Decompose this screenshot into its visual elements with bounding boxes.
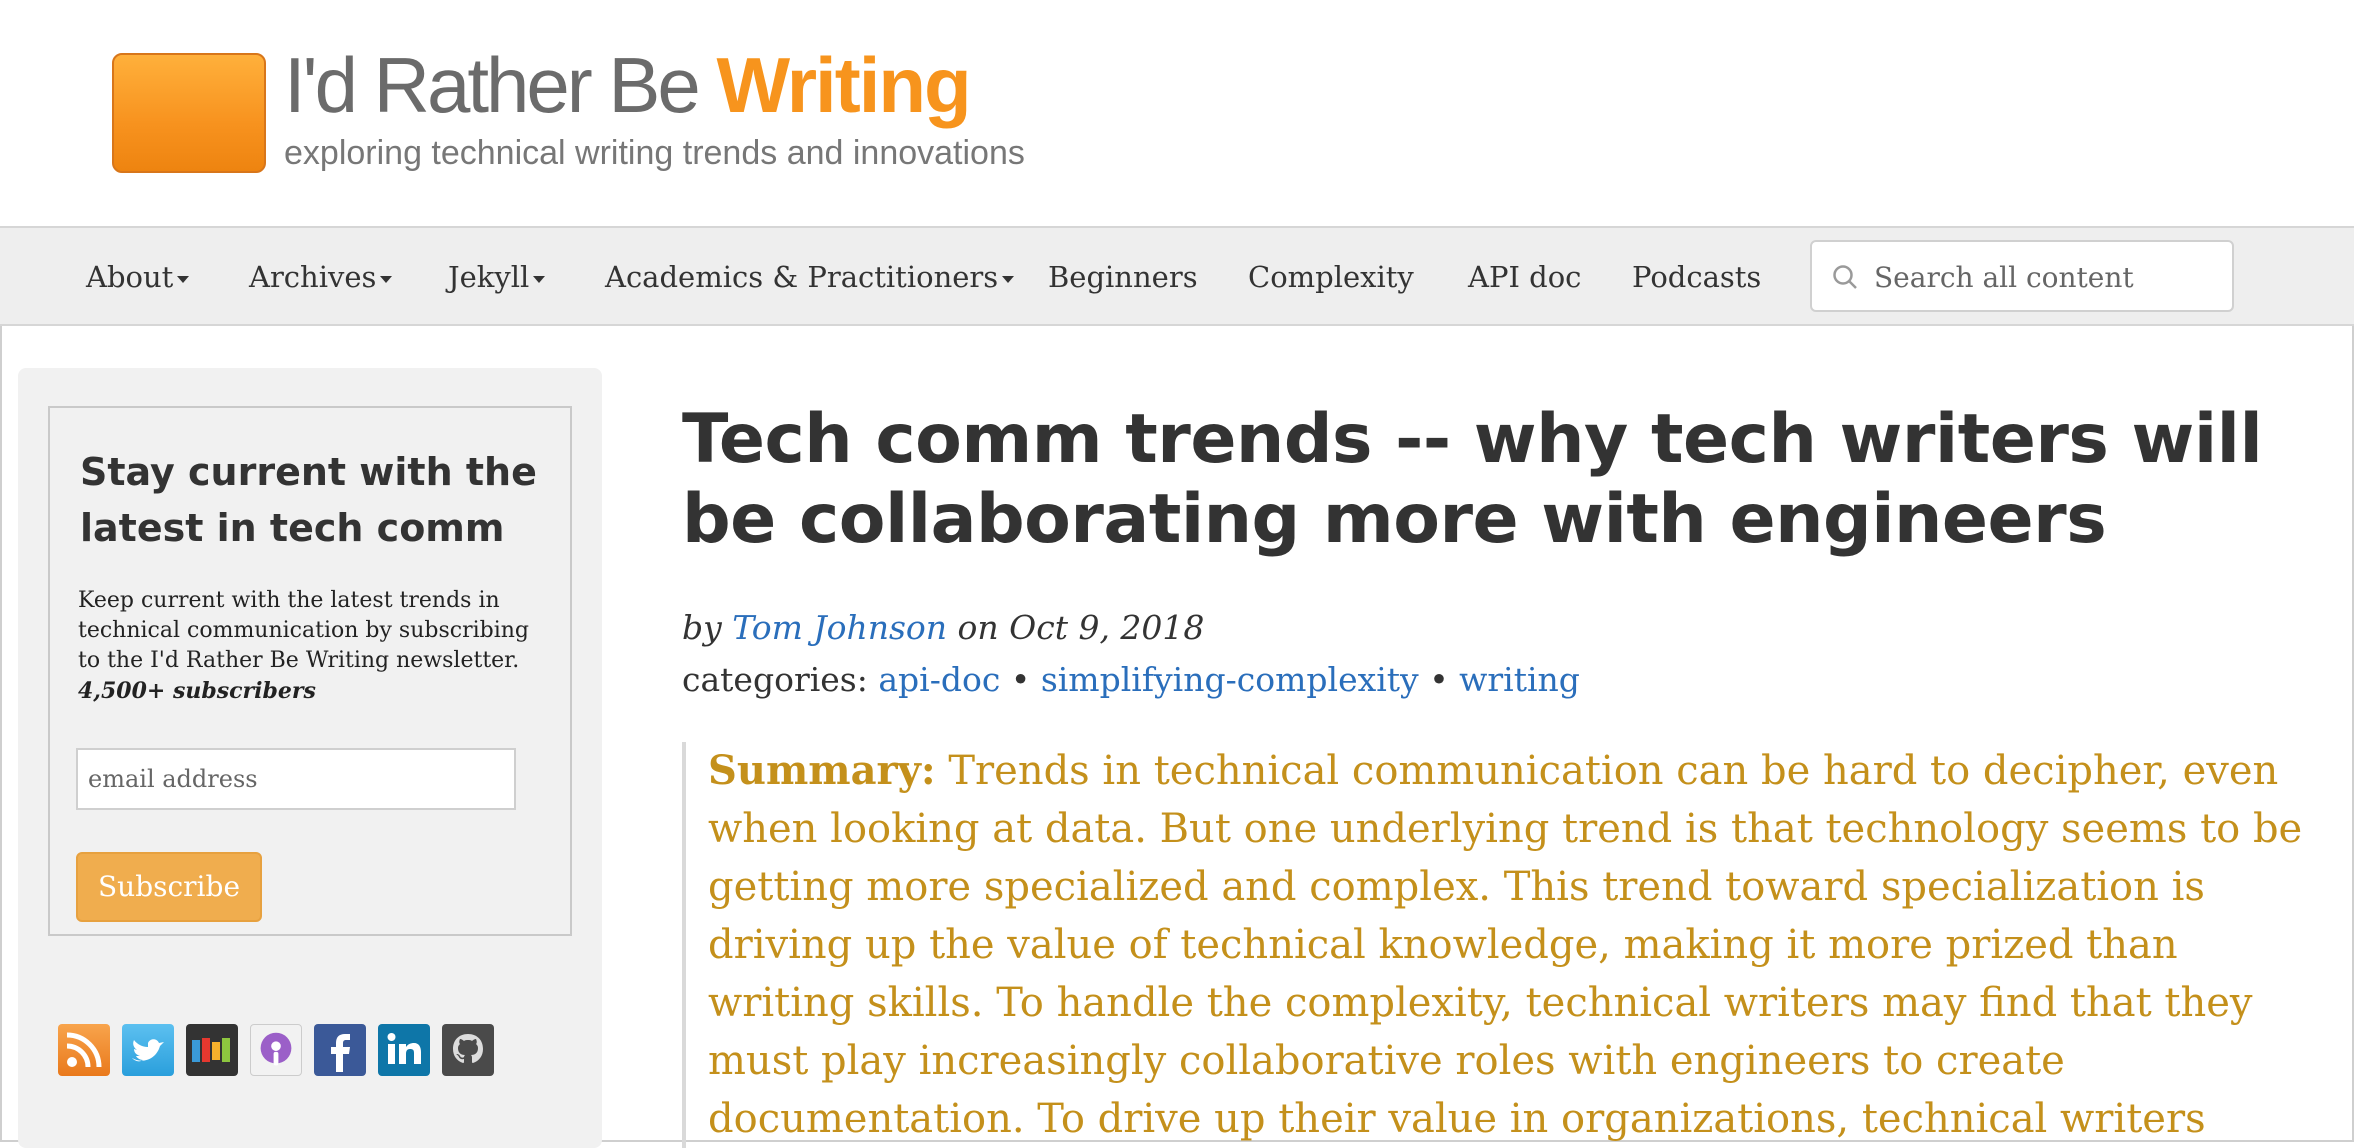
post-byline: by Tom Johnson on Oct 9, 2018 xyxy=(682,608,1204,647)
category-separator: • xyxy=(1010,660,1031,699)
search-box[interactable] xyxy=(1810,240,2234,312)
category-link[interactable]: simplifying-complexity xyxy=(1041,660,1419,699)
site-title-accent: Writing xyxy=(716,41,971,129)
chevron-down-icon xyxy=(380,275,393,283)
podcast-icon[interactable] xyxy=(250,1024,302,1076)
linkedin-icon[interactable] xyxy=(378,1024,430,1076)
main-navigation: About Archives Jekyll Academics & Practi… xyxy=(0,226,2354,326)
byline-on: on xyxy=(957,608,999,647)
summary-label: Summary: xyxy=(708,747,936,794)
sidebar: Stay current with the latest in tech com… xyxy=(18,368,602,1148)
facebook-icon[interactable] xyxy=(314,1024,366,1076)
nav-item-label: Jekyll xyxy=(448,260,530,294)
subscribe-button[interactable]: Subscribe xyxy=(76,852,262,922)
site-tagline: exploring technical writing trends and i… xyxy=(284,134,1025,172)
nav-item-about[interactable]: About xyxy=(86,260,190,294)
article: Tech comm trends -- why tech writers wil… xyxy=(682,400,2302,560)
chevron-down-icon xyxy=(177,275,190,283)
categories-label: categories: xyxy=(682,660,868,699)
nav-item-label: Academics & Practitioners xyxy=(605,260,999,294)
search-icon xyxy=(1833,265,1857,289)
post-date: Oct 9, 2018 xyxy=(1009,608,1205,647)
search-input[interactable] xyxy=(1872,254,2216,300)
chevron-down-icon xyxy=(533,275,546,283)
signup-heading: Stay current with the latest in tech com… xyxy=(80,450,537,550)
subscriber-count: 4,500+ subscribers xyxy=(78,678,316,704)
nav-item-label: Archives xyxy=(249,260,377,294)
category-link[interactable]: writing xyxy=(1459,660,1580,699)
email-field[interactable] xyxy=(76,748,516,810)
post-summary: Summary: Trends in technical communicati… xyxy=(682,742,2322,1148)
newsletter-signup: Stay current with the latest in tech com… xyxy=(48,406,572,936)
site-title-main: I'd Rather Be xyxy=(284,41,717,129)
nav-item-label: Beginners xyxy=(1048,260,1198,294)
signup-text: Keep current with the latest trends in t… xyxy=(78,588,529,673)
page-title: Tech comm trends -- why tech writers wil… xyxy=(682,400,2263,559)
category-separator: • xyxy=(1429,660,1449,699)
twitter-icon[interactable] xyxy=(122,1024,174,1076)
github-icon[interactable] xyxy=(442,1024,494,1076)
chevron-down-icon xyxy=(1002,275,1015,283)
rss-icon[interactable] xyxy=(58,1024,110,1076)
site-title[interactable]: I'd Rather Be Writing xyxy=(284,40,972,131)
nav-item-podcasts[interactable]: Podcasts xyxy=(1632,260,1761,294)
nav-item-label: Complexity xyxy=(1248,260,1414,294)
site-logo[interactable] xyxy=(112,53,266,173)
nav-item-label: Podcasts xyxy=(1632,260,1762,294)
post-categories: categories: api-doc • simplifying-comple… xyxy=(682,660,1580,699)
nav-item-label: About xyxy=(86,260,174,294)
nav-item-api-doc[interactable]: API doc xyxy=(1468,260,1581,294)
nav-item-label: API doc xyxy=(1468,260,1582,294)
stitcher-icon[interactable] xyxy=(186,1024,238,1076)
summary-text: Trends in technical communication can be… xyxy=(708,748,2303,1142)
nav-item-complexity[interactable]: Complexity xyxy=(1248,260,1414,294)
nav-item-jekyll[interactable]: Jekyll xyxy=(448,260,546,294)
byline-by: by xyxy=(682,608,722,647)
author-link[interactable]: Tom Johnson xyxy=(732,608,947,647)
nav-item-academics[interactable]: Academics & Practitioners xyxy=(605,260,1015,294)
nav-item-archives[interactable]: Archives xyxy=(249,260,393,294)
nav-item-beginners[interactable]: Beginners xyxy=(1048,260,1198,294)
site-header: I'd Rather Be Writing exploring technica… xyxy=(0,0,2354,226)
category-link[interactable]: api-doc xyxy=(878,660,1000,699)
signup-description: Keep current with the latest trends in t… xyxy=(78,586,548,707)
